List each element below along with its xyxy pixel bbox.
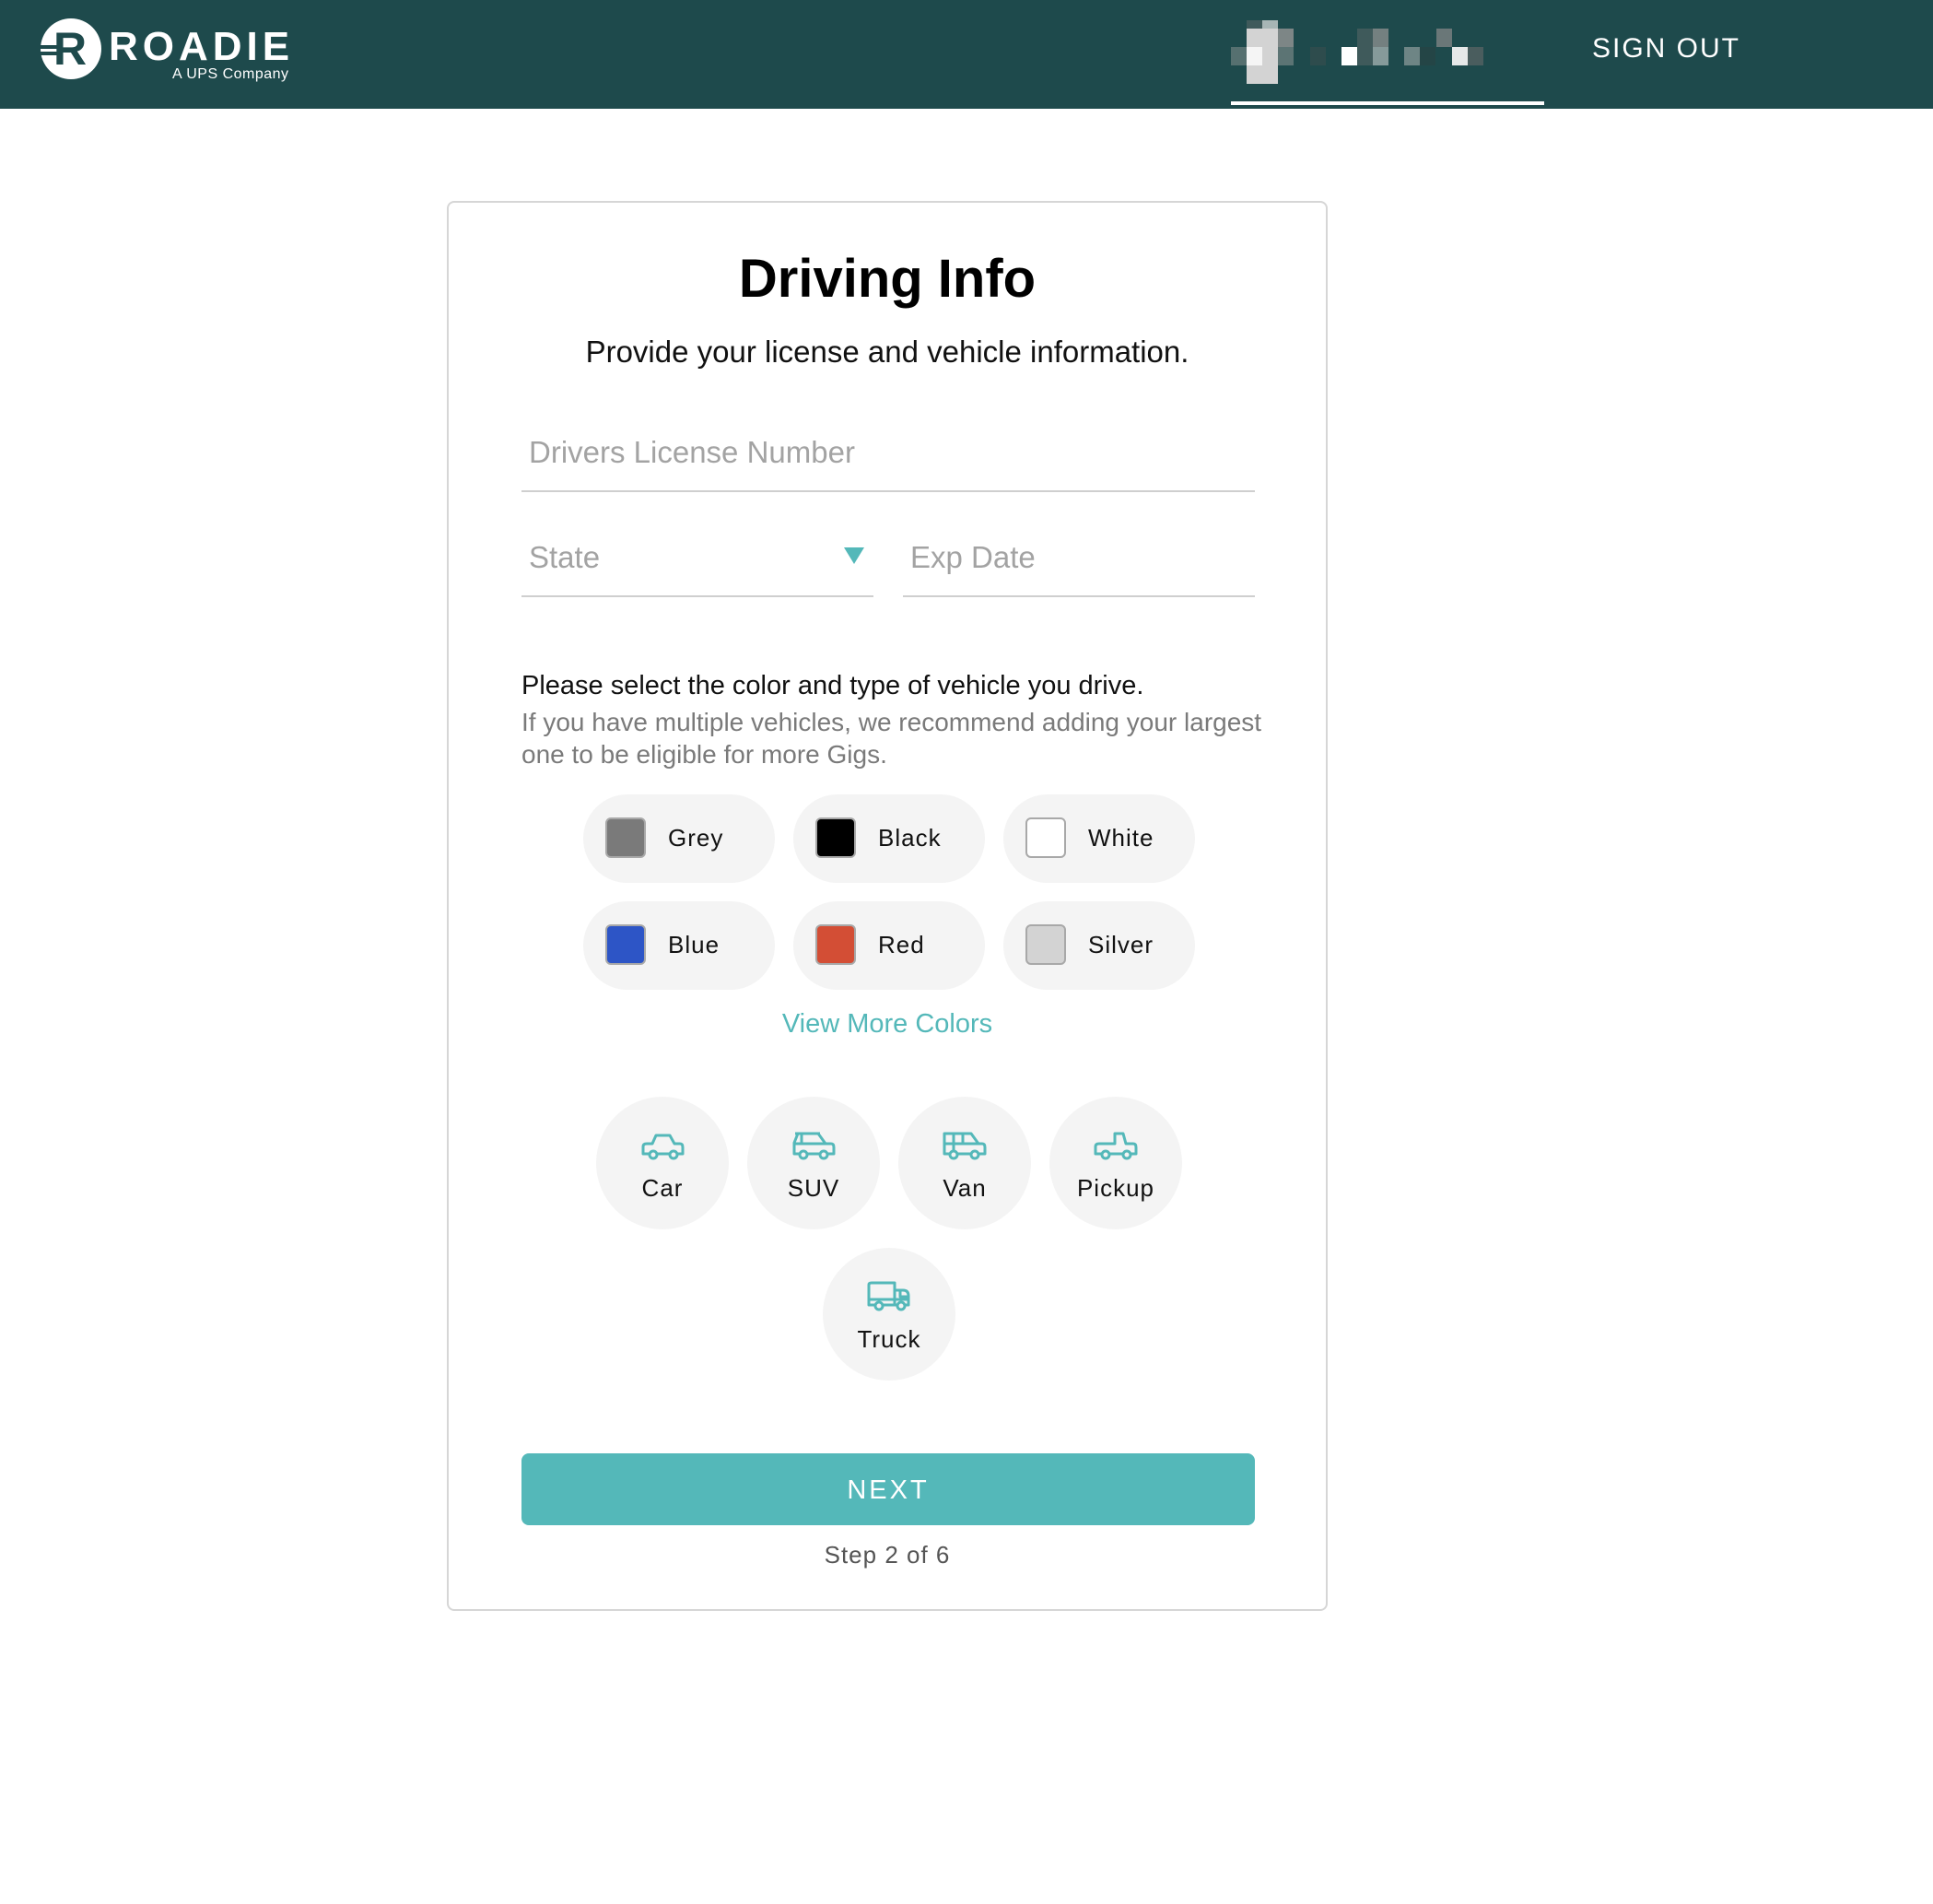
user-name-redacted[interactable] [1231,18,1544,106]
pickup-icon [1094,1132,1138,1160]
sign-out-button[interactable]: SIGN OUT [1592,31,1740,66]
roadie-logo[interactable]: R ROADIE A UPS Company [39,18,308,85]
vehicle-option-car[interactable]: Car [596,1097,729,1229]
car-icon [641,1134,685,1160]
page-title: Driving Info [738,249,1037,309]
page-subtitle: Provide your license and vehicle informa… [585,335,1189,369]
vehicle-option-van[interactable]: Van [898,1097,1031,1229]
color-label: Black [878,824,942,852]
color-swatch [605,817,646,858]
logo-subtitle: A UPS Company [172,66,289,82]
vehicle-option-pickup[interactable]: Pickup [1049,1097,1182,1229]
color-option-white[interactable]: White [1003,794,1195,883]
license-number-input[interactable] [529,415,1248,490]
color-option-grey[interactable]: Grey [583,794,775,883]
van-icon [943,1132,987,1160]
logo-stripe [39,52,63,55]
state-select[interactable] [521,520,873,597]
driving-info-card: Driving Info Provide your license and ve… [447,201,1328,1611]
suv-icon [792,1132,836,1160]
truck-icon [867,1281,910,1311]
color-option-red[interactable]: Red [793,901,985,990]
vehicle-label: Truck [857,1325,921,1353]
exp-date-input[interactable] [910,520,1248,595]
view-more-colors-link[interactable]: View More Colors [449,1006,1326,1041]
color-label: Grey [668,824,724,852]
vehicle-help-text: If you have multiple vehicles, we recomm… [521,708,1262,769]
color-swatch [1025,817,1066,858]
vehicle-prompt: Please select the color and type of vehi… [521,671,1144,700]
color-label: Red [878,931,925,958]
step-indicator: Step 2 of 6 [824,1541,951,1569]
active-nav-underline [1231,101,1544,105]
chevron-down-icon[interactable] [844,547,864,564]
state-input[interactable] [529,520,866,595]
color-option-blue[interactable]: Blue [583,901,775,990]
next-button[interactable]: NEXT [521,1453,1255,1525]
logo-wordmark: ROADIE [109,24,295,69]
color-swatch [815,924,856,965]
vehicle-label: SUV [787,1174,840,1202]
color-swatch [605,924,646,965]
color-option-silver[interactable]: Silver [1003,901,1195,990]
color-label: Silver [1088,931,1154,958]
color-label: White [1088,824,1154,852]
color-option-black[interactable]: Black [793,794,985,883]
exp-date-field[interactable] [903,520,1255,597]
top-nav-bar: R ROADIE A UPS Company SIGN OUT [0,0,1933,109]
license-number-field[interactable] [521,415,1255,492]
logo-circle-icon: R [39,18,101,79]
vehicle-option-suv[interactable]: SUV [747,1097,880,1229]
color-swatch [815,817,856,858]
vehicle-label: Pickup [1076,1174,1155,1202]
color-swatch [1025,924,1066,965]
vehicle-label: Car [641,1174,684,1202]
vehicle-label: Van [943,1174,987,1202]
logo-stripe [39,45,63,49]
color-label: Blue [668,931,720,958]
logo-initial: R [53,23,88,75]
vehicle-option-truck[interactable]: Truck [823,1248,955,1381]
